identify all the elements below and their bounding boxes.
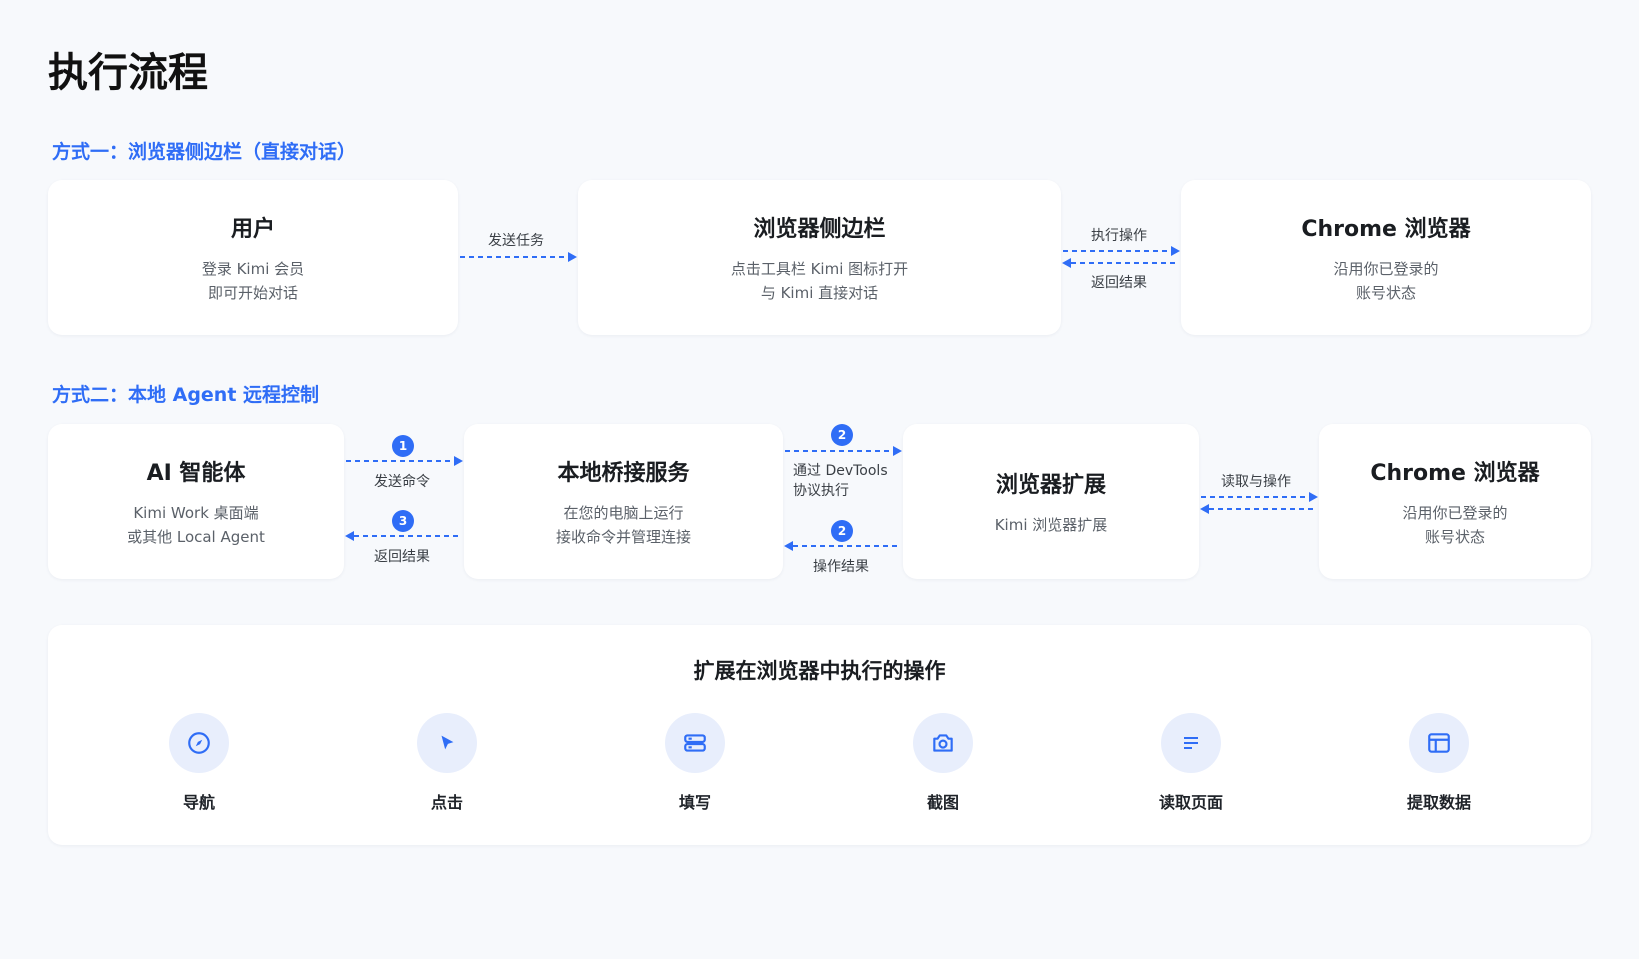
- chrome-card-2: Chrome 浏览器 沿用你已登录的 账号状态: [1319, 424, 1591, 579]
- op-fill-label: 填写: [678, 793, 711, 812]
- table-icon: [1409, 713, 1469, 773]
- user-card-line-1: 登录 Kimi 会员: [201, 259, 305, 278]
- sidebar-card-title: 浏览器侧边栏: [753, 216, 886, 242]
- read-op-arrow-left: [1200, 504, 1317, 514]
- chrome-card-2-line-1: 沿用你已登录的: [1402, 503, 1508, 522]
- chrome-card-1-line-1: 沿用你已登录的: [1333, 259, 1439, 278]
- op-click: 点击: [387, 713, 507, 813]
- read-op-label: 读取与操作: [1221, 474, 1291, 490]
- devtools-arrow: [785, 446, 902, 456]
- sidebar-card-line-1: 点击工具栏 Kimi 图标打开: [730, 259, 909, 278]
- sidebar-card: 浏览器侧边栏 点击工具栏 Kimi 图标打开 与 Kimi 直接对话: [578, 180, 1061, 335]
- return-arrow: [1062, 258, 1179, 268]
- user-card: 用户 登录 Kimi 会员 即可开始对话: [48, 180, 458, 335]
- method2-title: 方式二：本地 Agent 远程控制: [52, 384, 320, 406]
- return-label: 返回结果: [1091, 275, 1147, 291]
- operations-card: 扩展在浏览器中执行的操作 导航 点击 填写 截图 读取页面 提取数据: [48, 625, 1591, 845]
- extension-title: 浏览器扩展: [995, 472, 1106, 498]
- op-read-page: 读取页面: [1131, 713, 1251, 813]
- method1-title: 方式一：浏览器侧边栏（直接对话）: [52, 141, 357, 163]
- bridge-line-2: 接收命令并管理连接: [555, 527, 691, 546]
- form-icon: [665, 713, 725, 773]
- op-extract-data-label: 提取数据: [1406, 793, 1471, 812]
- chrome-card-1-line-2: 账号状态: [1355, 283, 1416, 302]
- ai-agent-line-1: Kimi Work 桌面端: [133, 503, 259, 522]
- bridge-line-1: 在您的电脑上运行: [563, 503, 684, 522]
- op-fill: 填写: [635, 713, 755, 813]
- return-result-label: 返回结果: [374, 549, 430, 565]
- bridge-card: 本地桥接服务 在您的电脑上运行 接收命令并管理连接: [464, 424, 783, 579]
- ai-agent-line-2: 或其他 Local Agent: [127, 527, 265, 546]
- devtools-label-2: 协议执行: [793, 483, 849, 499]
- op-navigate-label: 导航: [182, 793, 215, 812]
- page-title: 执行流程: [48, 50, 208, 96]
- chrome-card-2-title: Chrome 浏览器: [1370, 460, 1540, 486]
- return-result-arrow: [345, 531, 462, 541]
- chrome-card-1: Chrome 浏览器 沿用你已登录的 账号状态: [1181, 180, 1591, 335]
- op-result-arrow: [784, 541, 901, 551]
- operations-title: 扩展在浏览器中执行的操作: [693, 659, 946, 683]
- send-task-label: 发送任务: [488, 233, 544, 249]
- compass-icon: [169, 713, 229, 773]
- ai-agent-title: AI 智能体: [146, 460, 246, 486]
- step-2-badge-top: 2: [831, 424, 853, 446]
- chrome-card-1-title: Chrome 浏览器: [1301, 216, 1471, 242]
- op-screenshot: 截图: [883, 713, 1003, 813]
- sidebar-card-line-2: 与 Kimi 直接对话: [760, 283, 879, 302]
- send-command-label: 发送命令: [374, 474, 430, 490]
- op-result-label: 操作结果: [813, 559, 869, 575]
- text-lines-icon: [1161, 713, 1221, 773]
- send-command-arrow: [346, 456, 463, 466]
- send-task-arrow: [460, 252, 577, 262]
- devtools-label-1: 通过 DevTools: [793, 463, 888, 479]
- cursor-icon: [417, 713, 477, 773]
- op-navigate: 导航: [139, 713, 259, 813]
- ai-agent-card: AI 智能体 Kimi Work 桌面端 或其他 Local Agent: [48, 424, 344, 579]
- execute-label: 执行操作: [1091, 228, 1147, 244]
- user-card-title: 用户: [230, 216, 275, 242]
- op-read-page-label: 读取页面: [1158, 793, 1223, 812]
- user-card-line-2: 即可开始对话: [207, 283, 298, 302]
- op-screenshot-label: 截图: [926, 793, 959, 812]
- extension-card: 浏览器扩展 Kimi 浏览器扩展: [903, 424, 1199, 579]
- op-extract-data: 提取数据: [1379, 713, 1499, 813]
- op-click-label: 点击: [430, 793, 463, 812]
- chrome-card-2-line-2: 账号状态: [1424, 527, 1485, 546]
- bridge-title: 本地桥接服务: [557, 460, 690, 486]
- extension-line-1: Kimi 浏览器扩展: [994, 515, 1108, 534]
- camera-icon: [913, 713, 973, 773]
